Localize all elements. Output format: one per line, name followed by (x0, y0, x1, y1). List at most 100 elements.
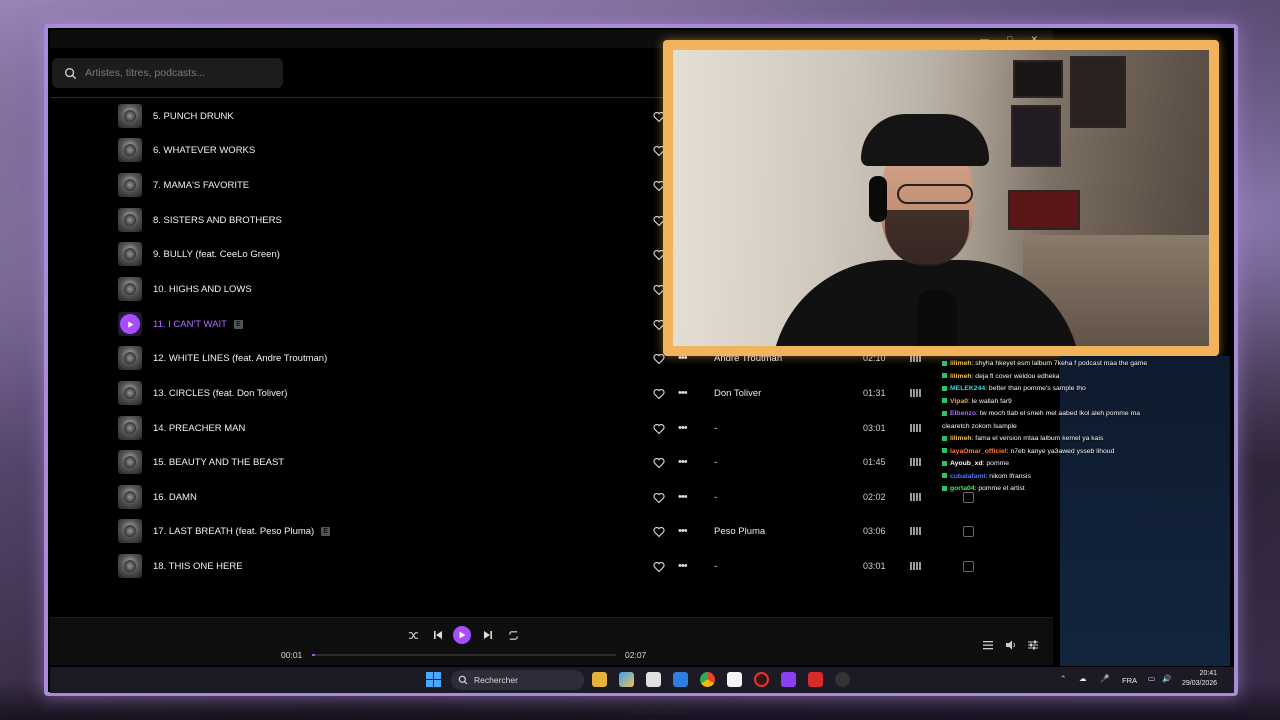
more-options-icon[interactable]: ••• (678, 387, 690, 399)
drag-handle-icon[interactable] (910, 527, 922, 535)
track-checkbox[interactable] (963, 560, 974, 572)
language-indicator[interactable]: FRA (1122, 676, 1137, 685)
track-title-text: 8. SISTERS AND BROTHERS (153, 214, 282, 226)
drag-handle-icon[interactable] (910, 389, 922, 397)
track-checkbox[interactable] (963, 525, 974, 537)
track-title: 7. MAMA'S FAVORITE (153, 180, 249, 191)
album-cover[interactable] (118, 554, 142, 578)
track-artist[interactable]: - (714, 457, 717, 468)
drag-handle-icon[interactable] (910, 562, 922, 570)
album-cover[interactable] (118, 381, 142, 405)
album-cover[interactable] (118, 519, 142, 543)
album-cover[interactable] (118, 104, 142, 128)
chat-text: : pomme el artist (974, 485, 1025, 492)
queue-button[interactable] (982, 638, 994, 650)
shuffle-button[interactable] (406, 628, 420, 642)
next-button[interactable] (481, 628, 495, 642)
windows-taskbar: Rechercher ⌃ ☁ 🎤 FRA ▭ 🔊 20:41 29/03/202… (50, 667, 1234, 693)
copilot-icon[interactable] (619, 672, 634, 687)
album-cover[interactable] (118, 312, 142, 336)
webcam-overlay (663, 40, 1219, 356)
track-row[interactable]: 15. BEAUTY AND THE BEAST ••• - 01:45 (50, 445, 1053, 479)
track-artist[interactable]: - (714, 423, 717, 434)
heart-icon[interactable] (653, 560, 665, 573)
track-title-text: 13. CIRCLES (feat. Don Toliver) (153, 387, 288, 399)
track-row[interactable]: 14. PREACHER MAN ••• - 03:01 (50, 411, 1053, 445)
network-icon[interactable]: ▭ (1148, 674, 1155, 683)
chrome-icon[interactable] (700, 672, 715, 687)
cloud-icon[interactable]: ☁ (1079, 674, 1087, 683)
track-artist[interactable]: - (714, 561, 717, 572)
search-icon (458, 675, 468, 685)
mail-icon[interactable] (673, 672, 688, 687)
heart-icon[interactable] (653, 422, 665, 435)
skip-back-icon (434, 631, 442, 639)
chat-username: lilimeh (950, 372, 972, 380)
chevron-up-icon[interactable]: ⌃ (1060, 674, 1066, 683)
track-artist[interactable]: - (714, 492, 717, 503)
search-input[interactable] (85, 67, 275, 79)
heart-icon[interactable] (653, 525, 665, 538)
album-cover[interactable] (118, 242, 142, 266)
notion-icon[interactable] (727, 672, 742, 687)
track-row[interactable]: 16. DAMN ••• - 02:02 (50, 480, 1053, 514)
track-row[interactable]: 18. THIS ONE HERE ••• - 03:01 (50, 549, 1053, 583)
track-duration: 01:31 (863, 388, 886, 398)
track-row[interactable]: 13. CIRCLES (feat. Don Toliver) ••• Don To… (50, 376, 1053, 410)
track-title-text: 10. HIGHS AND LOWS (153, 283, 252, 295)
progress-fill (312, 654, 316, 656)
album-cover[interactable] (118, 485, 142, 509)
chat-overlay: lilimeh: shyha hkeyet esm lalbum 7keha f… (942, 358, 1154, 506)
track-title-text: 11. I CAN'T WAIT (153, 318, 227, 330)
store-icon[interactable] (646, 672, 661, 687)
speaker-icon[interactable]: 🔊 (1162, 674, 1171, 683)
more-options-icon[interactable]: ••• (678, 560, 690, 572)
taskbar-search[interactable]: Rechercher (451, 670, 584, 690)
chat-badge-icon (942, 410, 947, 416)
progress-bar[interactable] (312, 654, 616, 656)
previous-button[interactable] (431, 628, 445, 642)
mic-icon[interactable]: 🎤 (1100, 674, 1109, 683)
track-artist[interactable]: Peso Pluma (714, 526, 765, 537)
chat-text: : pomme (982, 460, 1010, 467)
heart-app-icon[interactable] (781, 672, 796, 687)
more-options-icon[interactable]: ••• (678, 422, 690, 434)
heart-icon[interactable] (653, 387, 665, 400)
track-duration: 02:02 (863, 492, 886, 502)
app-icon[interactable] (808, 672, 823, 687)
drag-handle-icon[interactable] (910, 424, 922, 432)
more-options-icon[interactable]: ••• (678, 525, 690, 537)
album-cover[interactable] (118, 208, 142, 232)
more-options-icon[interactable]: ••• (678, 456, 690, 468)
settings-icon[interactable] (835, 672, 850, 687)
chat-username: gorta04 (950, 485, 975, 492)
drag-handle-icon[interactable] (910, 493, 922, 501)
track-row[interactable]: 17. LAST BREATH (feat. Peso Pluma) E ••• Pe… (50, 514, 1053, 548)
album-cover[interactable] (118, 277, 142, 301)
album-cover[interactable] (118, 173, 142, 197)
taskbar-clock[interactable]: 20:41 29/03/2026 (1182, 669, 1217, 689)
search-box[interactable] (52, 58, 283, 88)
chat-badge-icon (942, 385, 947, 391)
heart-icon[interactable] (653, 491, 665, 504)
track-title: 9. BULLY (feat. CeeLo Green) (153, 249, 280, 260)
obs-icon[interactable] (754, 672, 769, 687)
windows-start-icon[interactable] (426, 672, 441, 687)
file-explorer-icon[interactable] (592, 672, 607, 687)
track-title: 18. THIS ONE HERE (153, 561, 243, 572)
equalizer-button[interactable] (1027, 638, 1039, 650)
album-cover[interactable] (118, 138, 142, 162)
album-cover[interactable] (118, 450, 142, 474)
play-button[interactable] (453, 626, 471, 644)
album-cover[interactable] (118, 346, 142, 370)
repeat-button[interactable] (506, 628, 520, 642)
more-options-icon[interactable]: ••• (678, 491, 690, 503)
track-artist[interactable]: Don Toliver (714, 388, 761, 399)
track-title: 14. PREACHER MAN (153, 423, 245, 434)
album-cover[interactable] (118, 416, 142, 440)
drag-handle-icon[interactable] (910, 458, 922, 466)
play-icon[interactable] (120, 314, 140, 334)
chat-username: layaOmar_officiel (950, 447, 1007, 455)
heart-icon[interactable] (653, 456, 665, 469)
volume-button[interactable] (1005, 638, 1017, 650)
